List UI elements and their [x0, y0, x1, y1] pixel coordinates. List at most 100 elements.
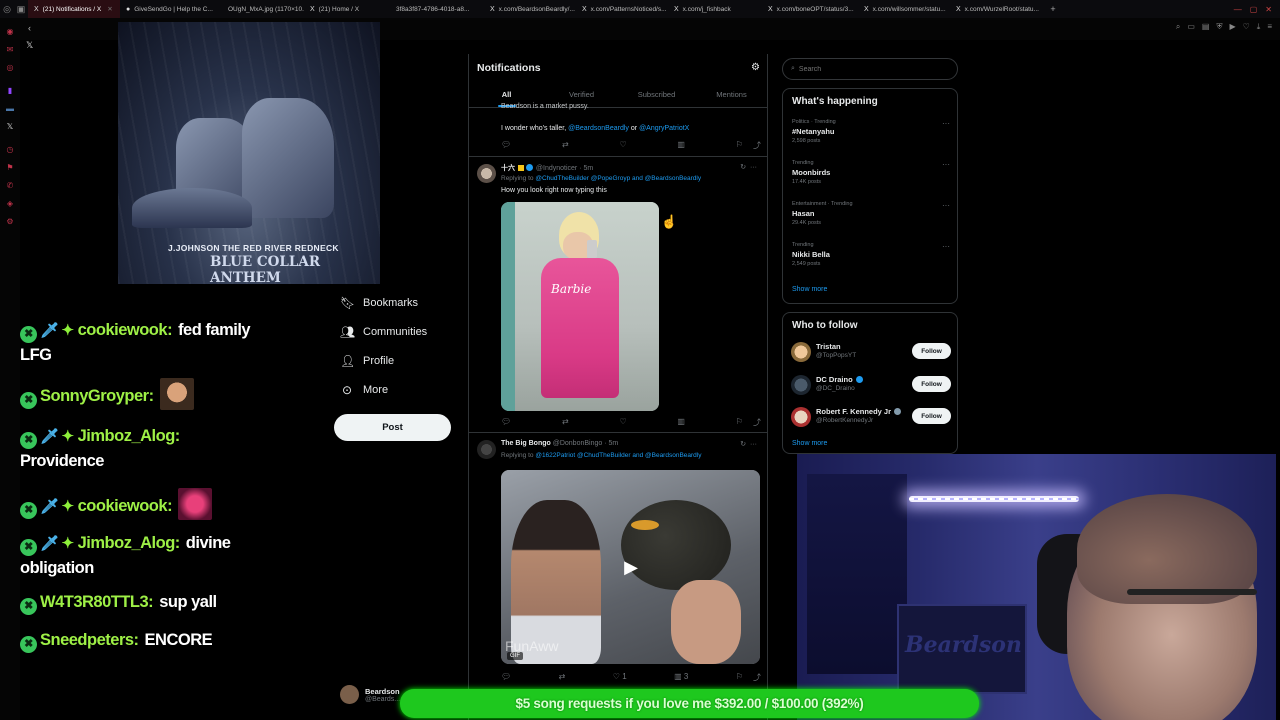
bookmark-icon[interactable]: ⚐	[736, 417, 743, 428]
follow-suggestion[interactable]: DC Draino @DC_Draino Follow	[791, 373, 951, 397]
sidebar-vk-icon[interactable]: ▬	[0, 104, 20, 113]
mention-link[interactable]: @AngryPatriotX	[639, 125, 689, 132]
more-icon[interactable]: ···	[942, 119, 950, 128]
account-switcher[interactable]: Beardson @Beards...	[340, 685, 400, 704]
share-icon[interactable]: ⤴	[753, 140, 761, 151]
views-icon[interactable]: ▥	[677, 417, 685, 428]
bookmark-icon[interactable]: ⚐	[736, 672, 743, 683]
play-icon[interactable]: ▶	[619, 555, 643, 579]
browser-tab[interactable]: OUgN_MxA.jpg (1170×10...	[218, 0, 304, 18]
sidebar-settings-icon[interactable]: ⚙	[0, 217, 20, 226]
share-icon[interactable]: ⤴	[753, 672, 761, 683]
follow-button[interactable]: Follow	[912, 376, 951, 392]
more-icon[interactable]: ···	[750, 441, 757, 448]
sidebar-history-icon[interactable]: ◷	[0, 145, 20, 154]
tab-subscribed[interactable]: Subscribed	[619, 84, 694, 107]
follow-suggestion[interactable]: Tristan @TopPopsYT Follow	[791, 340, 951, 364]
sidebar-player-icon[interactable]: ◈	[0, 199, 20, 208]
follow-button[interactable]: Follow	[912, 343, 951, 359]
follow-button[interactable]: Follow	[912, 408, 951, 424]
workspaces-icon[interactable]: ▣	[14, 0, 28, 18]
nav-communities[interactable]: 👥︎ Communities	[340, 325, 427, 339]
avatar[interactable]	[477, 440, 496, 459]
browser-tab[interactable]: Xx.com/BeardsonBeardly/...	[484, 0, 576, 18]
like-button[interactable]: ♡ 1	[613, 672, 627, 683]
replying-mentions[interactable]: @ChudTheBuilder @PopeGroyp and @Beardson…	[535, 175, 701, 182]
sidebar-instagram-icon[interactable]: ◎	[0, 63, 20, 72]
screenshot-icon[interactable]: ▭	[1187, 22, 1195, 32]
shield-icon[interactable]: ⛨	[1216, 22, 1222, 32]
grok-icon[interactable]: ↻	[740, 441, 746, 448]
retweet-icon[interactable]: ⇄	[559, 672, 566, 683]
download-icon[interactable]: ⤓	[1257, 22, 1261, 32]
sidebar-bookmark-icon[interactable]: ⚑	[0, 163, 20, 172]
browser-tab[interactable]: Xx.com/boneOPT/status/3...	[762, 0, 858, 18]
bookmark-icon[interactable]: ⚐	[736, 140, 743, 151]
search-input[interactable]	[798, 65, 939, 73]
x-logo-icon[interactable]: 𝕏	[26, 40, 33, 51]
nav-bookmarks[interactable]: 🔖︎ Bookmarks	[340, 296, 418, 310]
post-button[interactable]: Post	[334, 414, 451, 441]
browser-menu-icon[interactable]: ◎	[0, 0, 14, 18]
grok-icon[interactable]: ↻	[740, 164, 746, 171]
browser-tab[interactable]: X (21) Home / X	[304, 0, 386, 18]
tweet-author-handle[interactable]: @DonbonBingo · 5m	[553, 440, 618, 447]
sidebar-chat-icon[interactable]: ✆	[0, 181, 20, 190]
maximize-icon[interactable]: ▢	[1250, 5, 1258, 14]
minimize-icon[interactable]: —	[1234, 5, 1242, 14]
close-window-icon[interactable]: ✕	[1265, 5, 1272, 14]
browser-tab[interactable]: ● GiveSendGo | Help the C...	[120, 0, 218, 18]
browser-tab[interactable]: 3f8a3f87-4786-4018-a8...	[386, 0, 484, 18]
sidebar-x-icon[interactable]: 𝕏	[0, 122, 20, 131]
show-more-link[interactable]: Show more	[792, 440, 827, 447]
nav-profile[interactable]: 👤︎ Profile	[340, 354, 394, 368]
more-icon[interactable]: ···	[750, 164, 757, 171]
gear-icon[interactable]: ⚙	[751, 62, 760, 73]
play-icon[interactable]: ▶	[1229, 22, 1235, 32]
views-button[interactable]: ▥ 3	[674, 672, 688, 683]
heart-icon[interactable]: ♡	[1243, 22, 1250, 32]
more-icon[interactable]: ···	[942, 160, 950, 169]
retweet-icon[interactable]: ⇄	[562, 417, 569, 428]
sidebar-twitch-icon[interactable]: ▮	[0, 86, 20, 95]
zoom-icon[interactable]: ⌕	[1176, 22, 1180, 32]
mention-link[interactable]: @BeardsonBeardly	[568, 125, 629, 132]
browser-tab[interactable]: X (21) Notifications / X ✕	[28, 0, 120, 18]
sidebar-home-icon[interactable]: ◉	[0, 27, 20, 36]
reader-icon[interactable]: ▤	[1202, 22, 1210, 32]
reply-icon[interactable]: 💬︎	[501, 417, 511, 428]
tweet-author-name[interactable]: The Big Bongo	[501, 440, 551, 447]
avatar[interactable]	[477, 164, 496, 183]
tweet-video[interactable]: ▶ FunAww GIF	[501, 470, 760, 664]
more-icon[interactable]: ···	[942, 242, 950, 251]
tab-mentions[interactable]: Mentions	[694, 84, 767, 107]
nav-more[interactable]: ⊙ More	[340, 383, 388, 397]
reply-icon[interactable]: 💬︎	[501, 672, 511, 683]
share-icon[interactable]: ⤴	[753, 417, 761, 428]
retweet-icon[interactable]: ⇄	[562, 140, 569, 151]
tweet-author-handle[interactable]: @Indynoticer · 5m	[536, 165, 593, 172]
more-icon[interactable]: ···	[942, 201, 950, 210]
browser-tab[interactable]: Xx.com/j_fishback	[668, 0, 762, 18]
like-icon[interactable]: ♡	[619, 140, 626, 151]
follow-suggestion[interactable]: Robert F. Kennedy Jr @RobertKennedyJr Fo…	[791, 405, 951, 429]
like-icon[interactable]: ♡	[619, 417, 626, 428]
trend-item[interactable]: Entertainment · Trending Hasan 29.4K pos…	[792, 201, 950, 226]
menu-icon[interactable]: ≡	[1267, 22, 1272, 32]
new-tab-icon[interactable]: +	[1046, 0, 1060, 18]
back-icon[interactable]: ‹	[28, 23, 31, 33]
browser-tab[interactable]: Xx.com/WurzelRoot/statu...	[950, 0, 1046, 18]
tweet-author-name[interactable]: 十六	[501, 165, 515, 172]
browser-tab[interactable]: Xx.com/PatternsNoticed/s...	[576, 0, 668, 18]
trend-item[interactable]: Trending Moonbirds 17.4K posts ···	[792, 160, 950, 185]
replying-mentions[interactable]: @1622Patriot @ChudTheBuilder and @Beards…	[535, 452, 701, 459]
trend-item[interactable]: Politics · Trending #Netanyahu 2,598 pos…	[792, 119, 950, 144]
trend-item[interactable]: Trending Nikki Bella 2,549 posts ···	[792, 242, 950, 267]
close-tab-icon[interactable]: ✕	[107, 5, 112, 13]
tweet-image[interactable]: Barbie	[501, 202, 659, 411]
search-box[interactable]: ⌕	[782, 58, 958, 80]
reply-icon[interactable]: 💬︎	[501, 140, 511, 151]
browser-tab[interactable]: Xx.com/willsommer/statu...	[858, 0, 950, 18]
views-icon[interactable]: ▥	[677, 140, 685, 151]
sidebar-messenger-icon[interactable]: ✉	[0, 45, 20, 54]
